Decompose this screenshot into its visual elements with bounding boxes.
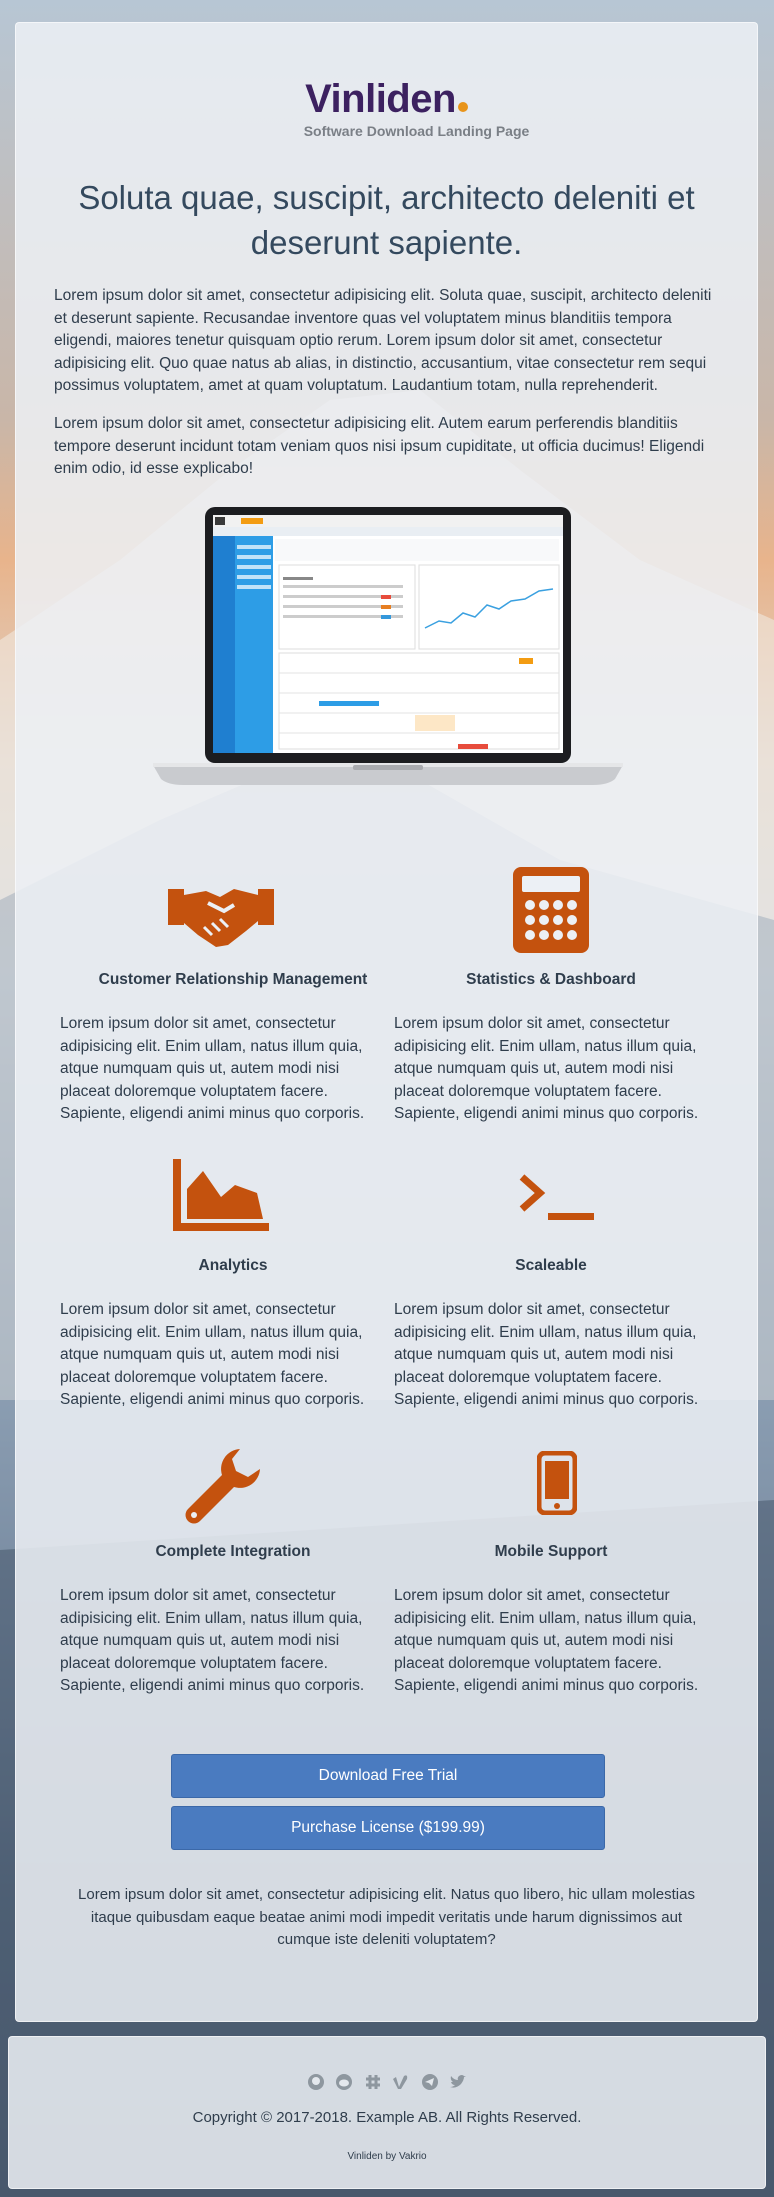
feature-text: Lorem ipsum dolor sit amet, consectetur … xyxy=(394,1301,699,1408)
mobile-phone-icon xyxy=(537,1451,577,1515)
hero-headline: Soluta quae, suscipit, architecto deleni… xyxy=(78,179,695,261)
hero-paragraph-1: Lorem ipsum dolor sit amet, consectetur … xyxy=(54,287,712,394)
reddit-icon[interactable] xyxy=(335,2073,353,2091)
brand-logo[interactable]: Vinliden xyxy=(16,77,757,122)
terminal-icon xyxy=(519,1174,594,1220)
feature-text: Lorem ipsum dolor sit amet, consectetur … xyxy=(60,1587,365,1694)
feature-text: Lorem ipsum dolor sit amet, consectetur … xyxy=(60,1301,365,1408)
feature-title: Scaleable xyxy=(515,1257,587,1274)
feature-title: Complete Integration xyxy=(155,1543,311,1560)
area-chart-icon xyxy=(173,1159,269,1231)
slack-icon[interactable] xyxy=(364,2073,382,2091)
copyright-text: Copyright © 2017-2018. Example AB. All R… xyxy=(192,2109,582,2126)
main-content-card: Vinliden Software Download Landing Page … xyxy=(15,22,758,2022)
brand-name: Vinliden xyxy=(305,77,456,121)
wrench-icon xyxy=(185,1449,260,1524)
credit-link[interactable]: Vinliden by Vakrio xyxy=(9,2151,765,2162)
brand-dot xyxy=(457,102,468,112)
feature-title: Analytics xyxy=(198,1257,268,1274)
feature-text: Lorem ipsum dolor sit amet, consectetur … xyxy=(60,1015,365,1122)
calculator-icon xyxy=(513,867,589,953)
page-footer: Copyright © 2017-2018. Example AB. All R… xyxy=(8,2036,766,2189)
closing-paragraph: Lorem ipsum dolor sit amet, consectetur … xyxy=(78,1886,695,1948)
purchase-license-button[interactable]: Purchase License ($199.99) xyxy=(171,1806,605,1850)
feature-title: Statistics & Dashboard xyxy=(466,971,636,988)
github-icon[interactable] xyxy=(307,2073,325,2091)
telegram-icon[interactable] xyxy=(421,2073,439,2091)
laptop-product-screenshot xyxy=(153,507,623,785)
feature-title: Customer Relationship Management xyxy=(98,971,368,988)
twitter-icon[interactable] xyxy=(449,2073,467,2091)
social-links xyxy=(9,2073,765,2091)
feature-title: Mobile Support xyxy=(494,1543,608,1560)
brand-subtitle: Software Download Landing Page xyxy=(303,123,530,139)
download-trial-button[interactable]: Download Free Trial xyxy=(171,1754,605,1798)
feature-text: Lorem ipsum dolor sit amet, consectetur … xyxy=(394,1015,699,1122)
feature-text: Lorem ipsum dolor sit amet, consectetur … xyxy=(394,1587,699,1694)
hero-paragraph-2: Lorem ipsum dolor sit amet, consectetur … xyxy=(54,415,705,477)
vimeo-icon[interactable] xyxy=(392,2073,410,2091)
handshake-icon xyxy=(168,889,274,947)
